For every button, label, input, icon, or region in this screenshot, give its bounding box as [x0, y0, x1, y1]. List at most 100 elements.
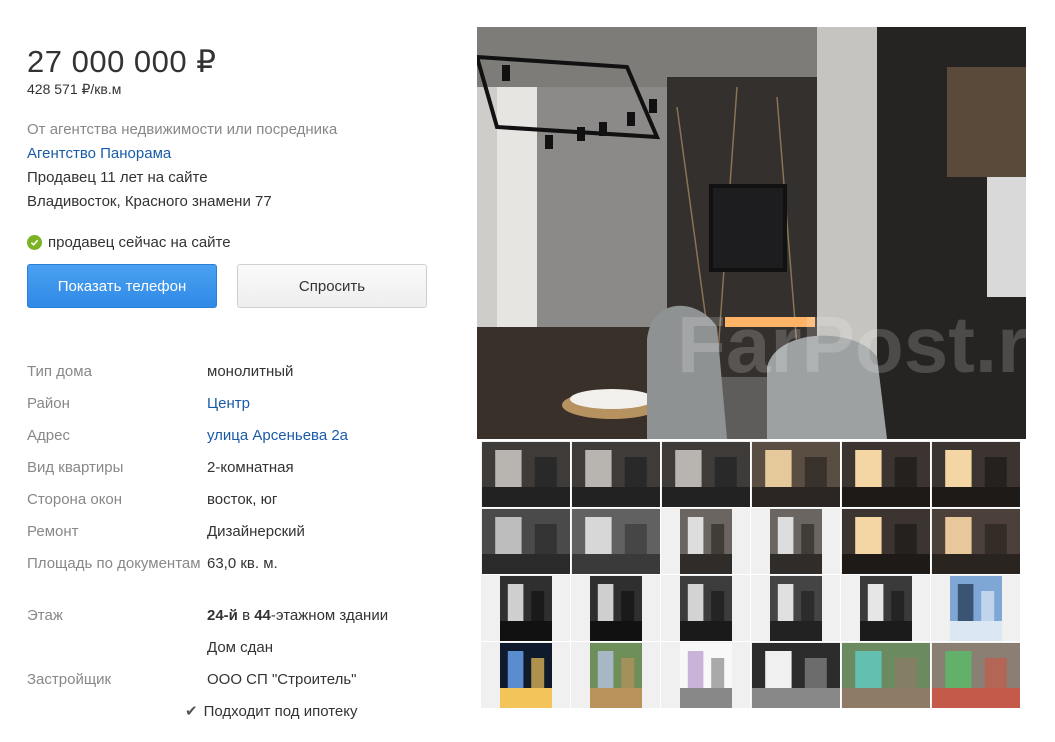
thumbnail-image	[841, 642, 930, 708]
watermark-text: FarPost.ru	[677, 300, 1026, 389]
thumbnail-image	[571, 441, 660, 507]
prop-key: Сторона окон	[27, 491, 123, 508]
price-per-sqm: 428 571 ₽/кв.м	[27, 81, 122, 97]
photo-thumbnail[interactable]	[481, 642, 571, 709]
checkmark-icon: ✔	[185, 703, 198, 720]
photo-thumbnail[interactable]	[571, 441, 661, 508]
photo-thumbnail[interactable]	[481, 508, 571, 575]
photo-thumbnail[interactable]	[841, 642, 931, 709]
thumbnail-image	[931, 642, 1020, 708]
ask-button[interactable]: Спросить	[237, 264, 427, 308]
prop-key: Адрес	[27, 427, 70, 444]
photo-thumbnail[interactable]	[931, 508, 1021, 575]
thumbnail-image	[751, 642, 840, 708]
photo-thumbnail[interactable]	[841, 575, 931, 642]
photo-thumbnail[interactable]	[571, 642, 661, 709]
thumbnail-image	[589, 575, 642, 641]
mortgage-text: Подходит под ипотеку	[203, 703, 358, 720]
prop-row: Площадь по документам 63,0 кв. м.	[27, 552, 447, 604]
photo-thumbnail[interactable]	[751, 642, 841, 709]
thumbnail-image	[679, 575, 732, 641]
photo-thumbnail[interactable]	[661, 575, 751, 642]
thumbnail-image	[841, 441, 930, 507]
floor-number: 24-й	[207, 607, 238, 624]
prop-row: Район Центр	[27, 392, 447, 424]
seller-address: Владивосток, Красного знамени 77	[27, 193, 272, 210]
thumbnail-image	[661, 441, 750, 507]
photo-thumbnail[interactable]	[931, 441, 1021, 508]
floor-sep: в	[237, 607, 255, 624]
prop-row: Вид квартиры 2-комнатная	[27, 456, 447, 488]
thumbnail-grid	[481, 441, 1021, 709]
thumbnail-image	[931, 441, 1020, 507]
photo-thumbnail[interactable]	[751, 508, 841, 575]
photo-thumbnail[interactable]	[481, 575, 571, 642]
prop-key: Этаж	[27, 607, 63, 624]
prop-key	[27, 700, 207, 732]
thumbnail-image	[679, 508, 732, 574]
property-details: Тип дома монолитный Район Центр Адрес ул…	[27, 360, 447, 732]
thumbnail-image	[769, 508, 822, 574]
prop-row: Дом сдан	[27, 636, 447, 668]
prop-row: Застройщик ООО СП "Строитель"	[27, 668, 447, 700]
photo-thumbnail[interactable]	[571, 508, 661, 575]
photo-thumbnail[interactable]	[661, 441, 751, 508]
thumbnail-image	[679, 642, 732, 708]
thumbnail-image	[481, 441, 570, 507]
prop-row: Этаж 24-й в 44-этажном здании	[27, 604, 447, 636]
online-status-text: продавец сейчас на сайте	[48, 234, 231, 251]
prop-value: Дизайнерский	[207, 523, 305, 540]
seller-info: От агентства недвижимости или посредника…	[27, 118, 437, 214]
prop-key: Район	[27, 395, 70, 412]
photo-thumbnail[interactable]	[571, 575, 661, 642]
thumbnail-image	[931, 508, 1020, 574]
photo-thumbnail[interactable]	[841, 441, 931, 508]
check-circle-icon	[27, 235, 42, 250]
agency-link[interactable]: Агентство Панорама	[27, 142, 437, 166]
price-total: 27 000 000 ₽	[27, 44, 217, 79]
prop-key: Ремонт	[27, 523, 79, 540]
photo-thumbnail[interactable]	[661, 642, 751, 709]
prop-row: Адрес улица Арсеньева 2а	[27, 424, 447, 456]
district-link[interactable]: Центр	[207, 392, 250, 424]
seller-type: От агентства недвижимости или посредника	[27, 121, 338, 138]
photo-thumbnail[interactable]	[661, 508, 751, 575]
prop-row: ✔ Подходит под ипотеку	[27, 700, 447, 732]
floors-total: 44	[254, 607, 271, 624]
floor-value: 24-й в 44-этажном здании	[207, 604, 388, 636]
living-room-photo: FarPost.ru	[477, 27, 1026, 439]
photo-thumbnail[interactable]	[931, 642, 1021, 709]
prop-row: Сторона окон восток, юг	[27, 488, 447, 520]
prop-value: ООО СП "Строитель"	[207, 671, 357, 688]
photo-thumbnail[interactable]	[931, 575, 1021, 642]
prop-key	[27, 636, 207, 668]
prop-key: Площадь по документам	[27, 555, 201, 572]
photo-thumbnail[interactable]	[481, 441, 571, 508]
prop-row: Ремонт Дизайнерский	[27, 520, 447, 552]
thumbnail-image	[499, 575, 552, 641]
show-phone-button[interactable]: Показать телефон	[27, 264, 217, 308]
address-link[interactable]: улица Арсеньева 2а	[207, 424, 348, 456]
thumbnail-image	[949, 575, 1002, 641]
prop-key: Тип дома	[27, 363, 92, 380]
thumbnail-image	[769, 575, 822, 641]
thumbnail-image	[589, 642, 642, 708]
main-photo[interactable]: FarPost.ru	[477, 27, 1026, 439]
thumbnail-image	[751, 441, 840, 507]
photo-thumbnail[interactable]	[751, 575, 841, 642]
photo-thumbnail[interactable]	[751, 441, 841, 508]
prop-row: Тип дома монолитный	[27, 360, 447, 392]
thumbnail-image	[859, 575, 912, 641]
floor-suffix: -этажном здании	[270, 607, 389, 624]
prop-value: Дом сдан	[207, 639, 274, 656]
contact-buttons: Показать телефон Спросить	[27, 264, 437, 308]
mortgage-value: ✔ Подходит под ипотеку	[185, 700, 357, 732]
seller-tenure: Продавец 11 лет на сайте	[27, 169, 208, 186]
prop-value: 63,0 кв. м.	[207, 555, 278, 572]
photo-thumbnail[interactable]	[841, 508, 931, 575]
prop-key: Вид квартиры	[27, 459, 124, 476]
thumbnail-image	[571, 508, 660, 574]
thumbnail-image	[499, 642, 552, 708]
prop-key: Застройщик	[27, 671, 112, 688]
thumbnail-image	[841, 508, 930, 574]
